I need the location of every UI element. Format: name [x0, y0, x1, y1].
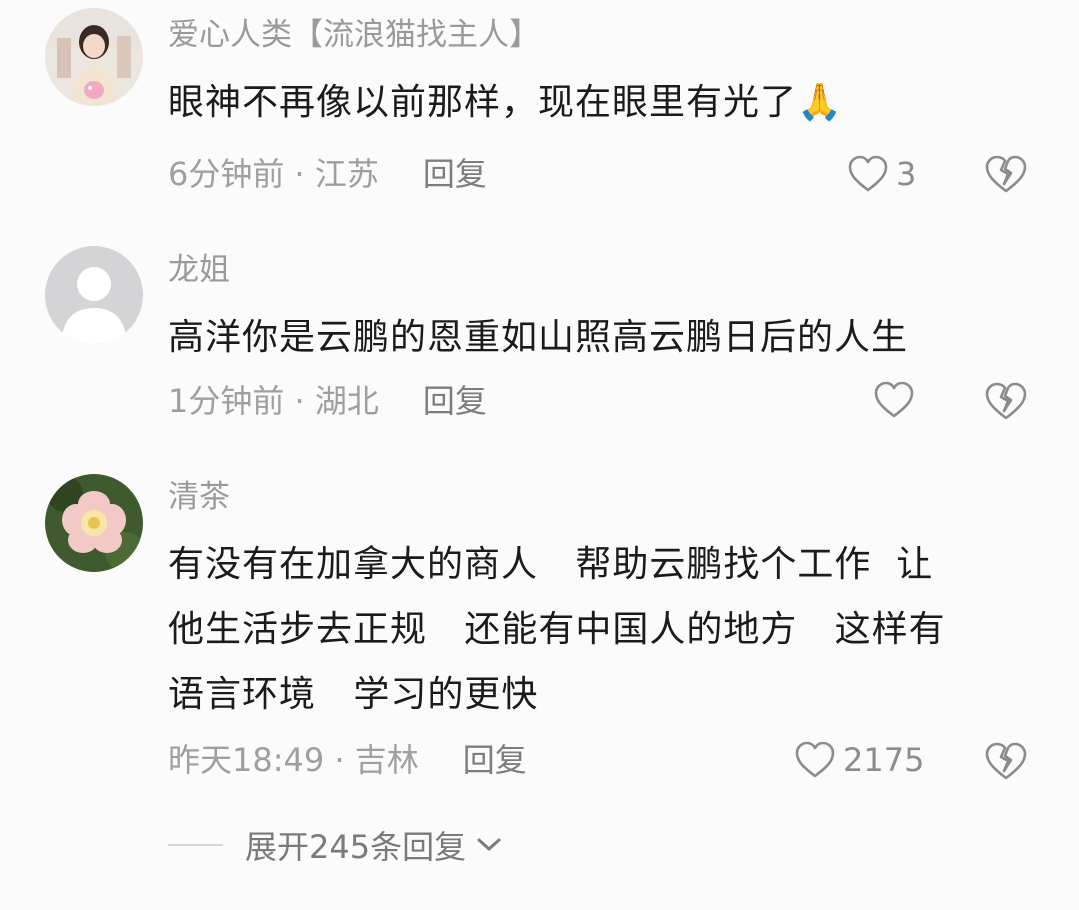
comment-username[interactable]: 清茶 [168, 482, 230, 513]
comment-text: 高洋你是云鹏的恩重如山照高云鹏日后的人生 [168, 305, 1048, 370]
flower-photo-avatar [45, 474, 143, 572]
dislike-button[interactable] [983, 739, 1029, 783]
default-person-avatar [45, 246, 143, 344]
like-button[interactable]: 2175 [793, 740, 924, 780]
comment-username[interactable]: 龙姐 [168, 255, 230, 286]
heart-icon [795, 741, 835, 778]
comment-text-line: 眼神不再像以前那样，现在眼里有光了🙏 [168, 82, 843, 123]
reply-button[interactable]: 回复 [423, 382, 487, 420]
comment-time: 6分钟前 [168, 155, 285, 193]
divider-line [168, 844, 223, 846]
comment-meta: 昨天18:49 · 吉林 回复 [168, 744, 527, 776]
meta-separator: · [324, 741, 355, 779]
comment-text-line: 他生活步去正规 还能有中国人的地方 这样有 [168, 609, 946, 650]
like-count: 3 [896, 155, 917, 193]
comment-meta: 1分钟前 · 湖北 回复 [168, 385, 487, 417]
comment-time: 1分钟前 [168, 382, 285, 420]
heart-icon [874, 381, 914, 418]
reply-button[interactable]: 回复 [463, 741, 527, 779]
like-button[interactable] [872, 380, 922, 420]
comment-time: 昨天18:49 [168, 741, 325, 779]
expand-replies-label: 展开245条回复 [245, 828, 467, 866]
comment-username[interactable]: 爱心人类【流浪猫找主人】 [168, 20, 540, 51]
meta-separator: · [284, 155, 315, 193]
comment-location: 吉林 [354, 741, 419, 779]
comment-text: 眼神不再像以前那样，现在眼里有光了🙏 [168, 70, 1048, 135]
comment-meta: 6分钟前 · 江苏 回复 [168, 158, 487, 190]
comment-location: 江苏 [314, 155, 379, 193]
like-button[interactable]: 3 [846, 154, 916, 194]
dislike-button[interactable] [983, 152, 1029, 196]
broken-heart-icon [985, 382, 1027, 420]
avatar[interactable] [45, 474, 143, 572]
comment-text-line: 高洋你是云鹏的恩重如山照高云鹏日后的人生 [168, 317, 909, 358]
reply-button[interactable]: 回复 [423, 155, 487, 193]
chevron-down-icon [477, 838, 501, 851]
heart-icon [848, 155, 888, 192]
meta-separator: · [284, 382, 315, 420]
comment-text-line: 有没有在加拿大的商人 帮助云鹏找个工作 让 [168, 544, 934, 585]
broken-heart-icon [985, 742, 1027, 780]
avatar[interactable] [45, 246, 143, 344]
comment-text: 有没有在加拿大的商人 帮助云鹏找个工作 让 他生活步去正规 还能有中国人的地方 … [168, 532, 1048, 727]
comment-location: 湖北 [314, 382, 379, 420]
expand-replies-button[interactable]: 展开245条回复 [168, 822, 502, 868]
avatar[interactable] [45, 8, 143, 106]
dislike-button[interactable] [983, 379, 1029, 423]
girl-photo-avatar [45, 8, 143, 106]
comment-text-line: 语言环境 学习的更快 [168, 674, 539, 715]
broken-heart-icon [985, 155, 1027, 193]
like-count: 2175 [843, 741, 925, 779]
